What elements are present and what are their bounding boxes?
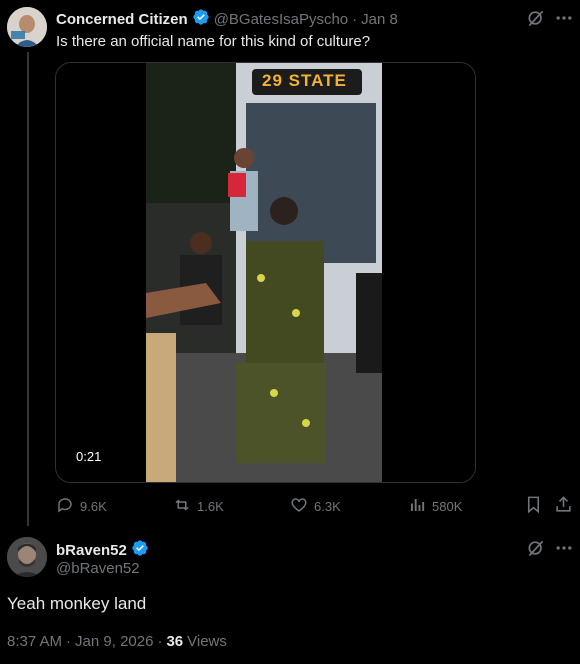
parent-post-header: Concerned Citizen @BGatesIsaPyscho · Jan…: [56, 8, 398, 31]
parent-avatar[interactable]: [7, 7, 47, 47]
views-icon: [408, 496, 426, 517]
meta-separator: ·: [66, 633, 72, 650]
repost-button[interactable]: 1.6K: [173, 496, 224, 517]
more-icon[interactable]: [554, 538, 574, 563]
parent-post-text: Is there an official name for this kind …: [56, 33, 371, 50]
video-frame: [56, 63, 475, 482]
like-button[interactable]: 6.3K: [290, 496, 341, 517]
reply-post-text: Yeah monkey land: [7, 594, 147, 613]
reply-handle[interactable]: @bRaven52: [56, 560, 140, 577]
reply-views-count: 36: [166, 633, 184, 650]
parent-display-name[interactable]: Concerned Citizen: [56, 11, 188, 28]
reply-header: bRaven52: [56, 539, 149, 562]
parent-handle[interactable]: @BGatesIsaPyscho: [214, 11, 348, 28]
grok-icon[interactable]: [526, 538, 546, 563]
reply-time[interactable]: 8:37 AM: [7, 633, 62, 650]
reply-icon: [56, 496, 74, 517]
repost-count: 1.6K: [197, 499, 224, 514]
more-icon[interactable]: [554, 8, 574, 33]
reply-button[interactable]: 9.6K: [56, 496, 107, 517]
grok-icon[interactable]: [526, 8, 546, 33]
reply-avatar[interactable]: [7, 537, 47, 577]
reply-date[interactable]: Jan 9, 2026: [75, 633, 153, 650]
verified-badge-icon: [192, 8, 210, 31]
repost-icon: [173, 496, 191, 517]
parent-avatar-image: [7, 7, 47, 47]
reply-count: 9.6K: [80, 499, 107, 514]
views-button[interactable]: 580K: [408, 496, 462, 517]
like-icon: [290, 496, 308, 517]
verified-badge-icon: [131, 539, 149, 562]
parent-separator: ·: [352, 11, 358, 28]
like-count: 6.3K: [314, 499, 341, 514]
reply-avatar-image: [7, 537, 47, 577]
reply-meta: 8:37 AM · Jan 9, 2026 · 36 Views: [7, 633, 227, 650]
video-duration: 0:21: [70, 447, 108, 466]
bookmark-icon[interactable]: [524, 495, 543, 519]
reply-display-name[interactable]: bRaven52: [56, 542, 127, 559]
views-count: 580K: [432, 499, 463, 514]
thread-connector-line: [27, 52, 29, 526]
meta-separator: ·: [157, 633, 163, 650]
video-player[interactable]: 29 STATE 0:21: [55, 62, 476, 483]
parent-date[interactable]: Jan 8: [361, 11, 398, 28]
bus-destination-sign: 29 STATE: [262, 71, 347, 90]
reply-views-label: Views: [187, 633, 227, 650]
share-icon[interactable]: [554, 495, 573, 519]
